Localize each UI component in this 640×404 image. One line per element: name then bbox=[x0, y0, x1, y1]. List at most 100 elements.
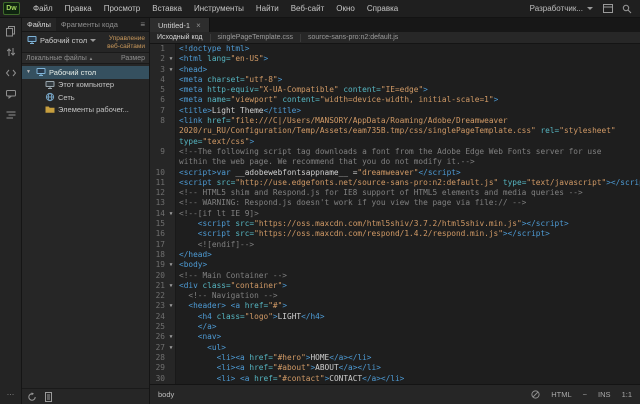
code-line[interactable]: 21▼<div class="container"> bbox=[150, 281, 640, 291]
code-line[interactable]: 24 <h4 class="logo">LIGHT</h4> bbox=[150, 312, 640, 322]
toggle-comment-icon[interactable] bbox=[5, 88, 17, 100]
fold-toggle-icon[interactable]: ▼ bbox=[167, 301, 176, 311]
close-icon[interactable]: × bbox=[196, 21, 201, 30]
fold-toggle-icon[interactable]: ▼ bbox=[167, 54, 176, 64]
menu-item[interactable]: Окно bbox=[330, 4, 361, 13]
fold-toggle-icon[interactable]: ▼ bbox=[167, 332, 176, 342]
code-line[interactable]: within the web page. We recommend that y… bbox=[150, 157, 640, 167]
tab-snippets[interactable]: Фрагменты кода bbox=[56, 18, 123, 31]
code-line[interactable]: 4<meta charset="utf-8"> bbox=[150, 75, 640, 85]
code-line[interactable]: 6<meta name="viewport" content="width=de… bbox=[150, 95, 640, 105]
code-line[interactable]: 23▼ <header> <a href="#"> bbox=[150, 301, 640, 311]
code-line[interactable]: 19▼<body> bbox=[150, 260, 640, 270]
code-line[interactable]: 2▼<html lang="en-US"> bbox=[150, 54, 640, 64]
code-line[interactable]: 13<!-- WARNING: Respond.js doesn't work … bbox=[150, 198, 640, 208]
code-line[interactable]: 14▼<!--[if lt IE 9]> bbox=[150, 209, 640, 219]
code-line[interactable]: 1<!doctype html> bbox=[150, 44, 640, 54]
code-line[interactable]: 30 <li> <a href="#contact">CONTACT</a></… bbox=[150, 374, 640, 384]
sort-asc-icon: ▲ bbox=[89, 56, 93, 61]
code-token: </a> bbox=[198, 322, 217, 331]
menu-item[interactable]: Веб-сайт bbox=[285, 4, 331, 13]
fold-toggle-icon[interactable]: ▼ bbox=[167, 260, 176, 270]
code-line[interactable]: 29 <li><a href="#about">ABOUT</a></li> bbox=[150, 363, 640, 373]
code-line[interactable]: 2020/ru_RU/Configuration/Temp/Assets/eam… bbox=[150, 126, 640, 136]
code-editor[interactable]: 1<!doctype html>2▼<html lang="en-US">3▼<… bbox=[150, 44, 640, 384]
code-line[interactable]: 26▼ <nav> bbox=[150, 332, 640, 342]
line-number: 7 bbox=[150, 106, 167, 116]
file-tree-item[interactable]: Элементы рабочег... bbox=[22, 104, 149, 117]
code-line[interactable]: 27▼ <ul> bbox=[150, 343, 640, 353]
search-icon[interactable] bbox=[622, 4, 632, 14]
activity-log-icon[interactable] bbox=[44, 392, 53, 402]
code-line[interactable]: 8<link href="file:///C|/Users/MANSORY/Ap… bbox=[150, 116, 640, 126]
code-line[interactable]: 9<!--The following script tag downloads … bbox=[150, 147, 640, 157]
site-selector[interactable]: Рабочий стол bbox=[26, 35, 96, 45]
workspace-label: Разработчик... bbox=[530, 4, 583, 13]
code-line[interactable]: 17 <![endif]--> bbox=[150, 240, 640, 250]
related-file-tab[interactable]: singlePageTemplate.css bbox=[211, 34, 302, 42]
tab-files[interactable]: Файлы bbox=[22, 18, 56, 31]
code-token: <li><a bbox=[217, 353, 250, 362]
file-management-icon[interactable] bbox=[5, 46, 17, 58]
lint-status-icon[interactable] bbox=[531, 390, 540, 399]
fold-gutter bbox=[167, 219, 176, 229]
menu-item[interactable]: Файл bbox=[27, 4, 59, 13]
code-line[interactable]: 3▼<head> bbox=[150, 65, 640, 75]
code-text: </head> bbox=[176, 250, 640, 260]
menu-item[interactable]: Инструменты bbox=[188, 4, 250, 13]
window-arrange-icon[interactable] bbox=[603, 4, 613, 13]
fold-toggle-icon[interactable]: ▼ bbox=[167, 343, 176, 353]
code-line[interactable]: 20<!-- Main Container --> bbox=[150, 271, 640, 281]
document-tab[interactable]: Untitled-1 × bbox=[150, 18, 210, 32]
desktop-icon bbox=[26, 35, 37, 45]
code-token: </script> bbox=[418, 168, 460, 177]
collapse-icon[interactable]: ▼ bbox=[25, 69, 32, 75]
manage-sites-link[interactable]: Управление веб-сайтами bbox=[99, 35, 145, 50]
menu-item[interactable]: Просмотр bbox=[98, 4, 147, 13]
file-tree-item[interactable]: Сеть bbox=[22, 91, 149, 104]
code-line[interactable]: 16 <script src="https://oss.maxcdn.com/r… bbox=[150, 229, 640, 239]
line-number: 8 bbox=[150, 116, 167, 126]
code-line[interactable]: 11<script src="http://use.edgefonts.net/… bbox=[150, 178, 640, 188]
panel-menu-icon[interactable]: ≡ bbox=[136, 20, 149, 29]
related-file-tab[interactable]: source-sans-pro:n2:default.js bbox=[301, 34, 405, 42]
doc-type-label: HTML bbox=[551, 390, 571, 399]
fold-toggle-icon[interactable]: ▼ bbox=[167, 65, 176, 75]
column-size[interactable]: Размер bbox=[121, 55, 145, 62]
code-line[interactable]: 10<script>var __adobewebfontsappname__ =… bbox=[150, 168, 640, 178]
menu-item[interactable]: Найти bbox=[250, 4, 285, 13]
tag-selector[interactable]: body bbox=[158, 390, 174, 399]
code-token: ></script> bbox=[522, 219, 569, 228]
file-tree-label: Сеть bbox=[58, 93, 75, 102]
code-line[interactable]: 7<title>Light Theme</title> bbox=[150, 106, 640, 116]
open-documents-icon[interactable] bbox=[5, 25, 17, 37]
customize-toolbar-icon[interactable]: … bbox=[5, 387, 17, 399]
code-line[interactable]: 12<!-- HTML5 shim and Respond.js for IE8… bbox=[150, 188, 640, 198]
code-line[interactable]: 15 <script src="https://oss.maxcdn.com/h… bbox=[150, 219, 640, 229]
code-text: <html lang="en-US"> bbox=[176, 54, 640, 64]
code-line[interactable]: 28 <li><a href="#hero">HOME</a></li> bbox=[150, 353, 640, 363]
code-line[interactable]: 25 </a> bbox=[150, 322, 640, 332]
code-line[interactable]: 18</head> bbox=[150, 250, 640, 260]
code-token: href= bbox=[249, 363, 272, 372]
code-line[interactable]: type="text/css"> bbox=[150, 137, 640, 147]
format-source-icon[interactable] bbox=[5, 109, 17, 121]
column-local-files[interactable]: Локальные файлы bbox=[26, 55, 87, 62]
fold-toggle-icon[interactable]: ▼ bbox=[167, 209, 176, 219]
fold-toggle-icon[interactable]: ▼ bbox=[167, 281, 176, 291]
file-tree-item[interactable]: ▼Рабочий стол bbox=[22, 66, 149, 79]
menu-item[interactable]: Правка bbox=[59, 4, 98, 13]
related-file-tab[interactable]: Исходный код bbox=[150, 34, 211, 42]
refresh-icon[interactable] bbox=[27, 392, 37, 402]
code-token: name= bbox=[207, 95, 230, 104]
code-text: <script src="http://use.edgefonts.net/so… bbox=[176, 178, 640, 188]
code-line[interactable]: 22 <!-- Navigation --> bbox=[150, 291, 640, 301]
file-tree-item[interactable]: Этот компьютер bbox=[22, 79, 149, 92]
code-line[interactable]: 5<meta http-equiv="X-UA-Compatible" cont… bbox=[150, 85, 640, 95]
code-token bbox=[179, 363, 217, 372]
code-token: </a></li> bbox=[329, 353, 371, 362]
menu-item[interactable]: Справка bbox=[361, 4, 404, 13]
code-view-icon[interactable] bbox=[5, 67, 17, 79]
menu-item[interactable]: Вставка bbox=[146, 4, 188, 13]
workspace-switcher[interactable]: Разработчик... bbox=[530, 4, 593, 13]
